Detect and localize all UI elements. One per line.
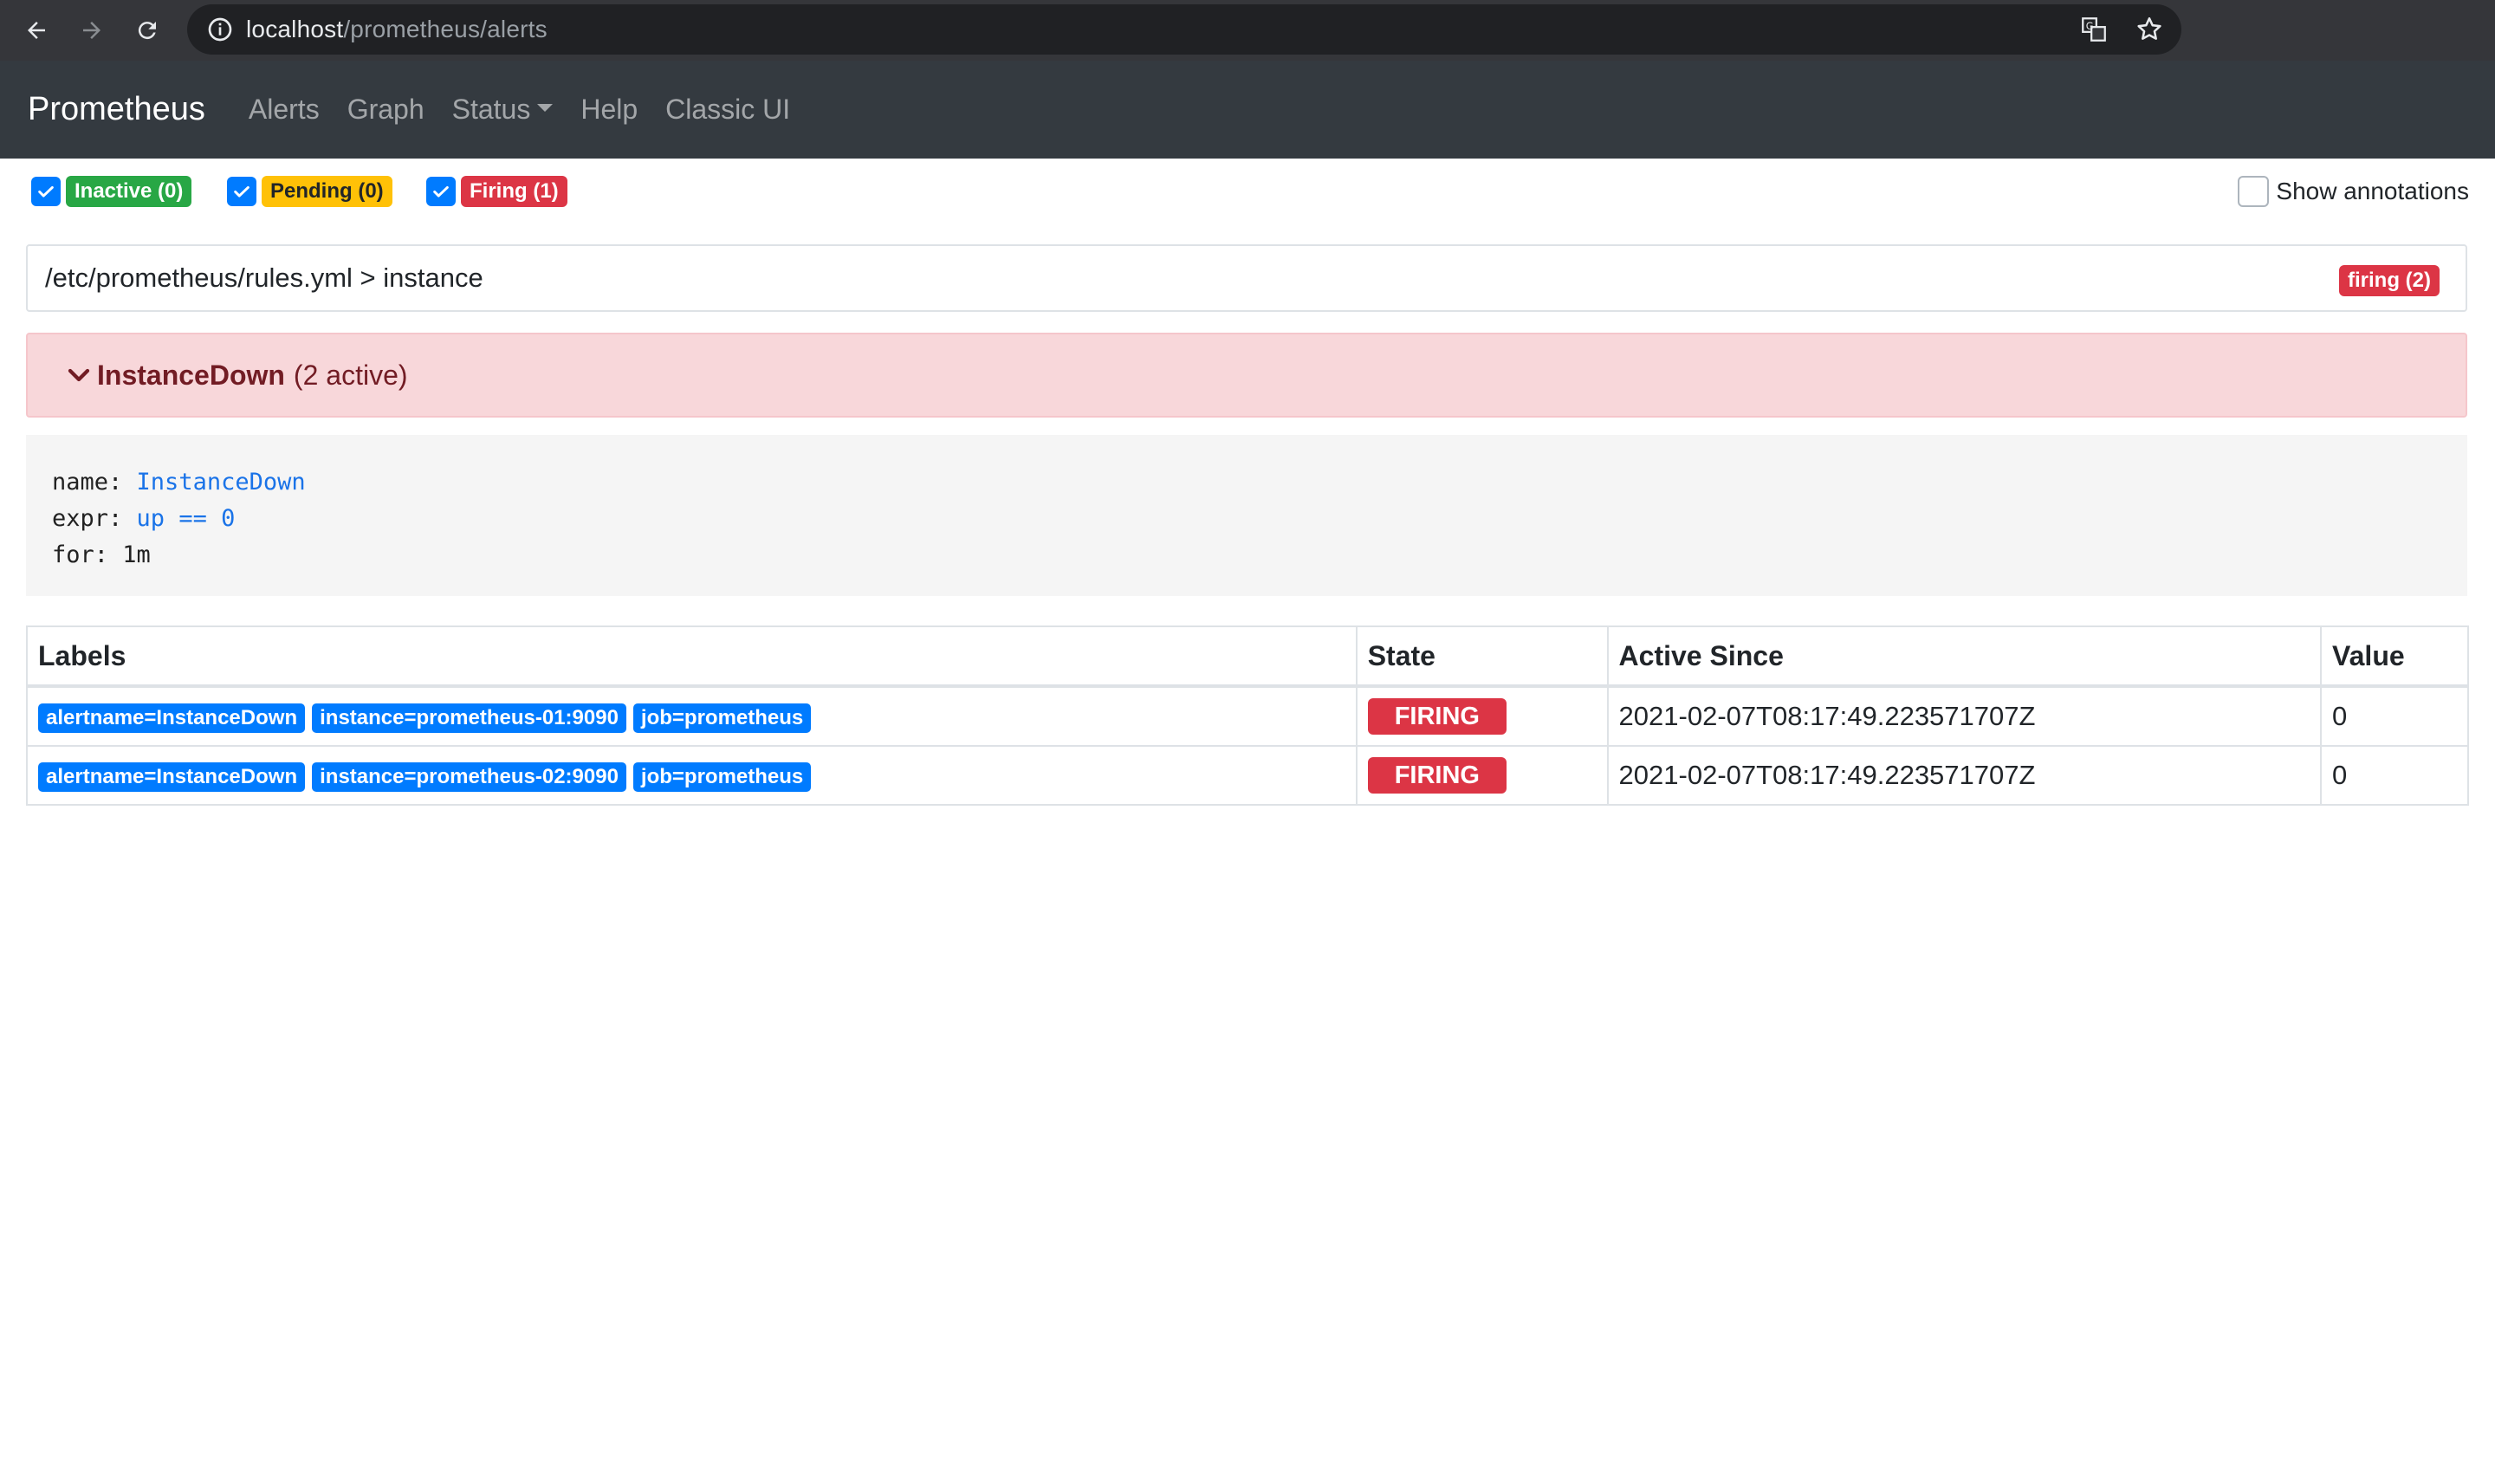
alert-active-count: (2 active) xyxy=(293,359,408,391)
arrow-left-icon xyxy=(28,22,45,39)
info-icon[interactable] xyxy=(206,16,234,43)
show-annotations-checkbox[interactable] xyxy=(2238,176,2270,207)
nav-status-dropdown[interactable]: Status xyxy=(452,94,554,126)
table-row: alertname=InstanceDown instance=prometheu… xyxy=(26,745,2469,806)
alerts-table: Labels State Active Since Value alertnam… xyxy=(26,625,2469,806)
state-badge: FIRING xyxy=(1367,757,1507,794)
url-text: localhost/prometheus/alerts xyxy=(246,16,548,43)
nav-status-label: Status xyxy=(451,94,531,125)
rule-name-value[interactable]: InstanceDown xyxy=(137,469,306,496)
address-bar[interactable]: localhost/prometheus/alerts G xyxy=(187,4,2181,55)
rule-name-line: name: InstanceDown xyxy=(52,464,2467,501)
url-host: localhost xyxy=(246,16,344,42)
caret-down-icon xyxy=(537,104,554,112)
back-button[interactable] xyxy=(19,13,54,48)
brand-link[interactable]: Prometheus xyxy=(28,91,205,128)
filter-pending[interactable]: Pending (0) xyxy=(227,176,392,207)
nav-graph[interactable]: Graph xyxy=(347,94,424,126)
rule-expr-line: expr: up == 0 xyxy=(52,501,2467,537)
group-firing-badge: firing (2) xyxy=(2339,265,2440,296)
table-row: alertname=InstanceDown instance=prometheu… xyxy=(26,685,2469,747)
arrow-right-icon xyxy=(83,22,100,39)
label-badge: job=prometheus xyxy=(632,703,812,733)
state-filters: Inactive (0) Pending (0) Firing (1) Show… xyxy=(0,172,2495,223)
label-badge: instance=prometheus-02:9090 xyxy=(312,762,626,792)
state-badge: FIRING xyxy=(1367,698,1507,735)
pending-badge: Pending (0) xyxy=(262,176,392,207)
value-cell: 0 xyxy=(2320,685,2469,747)
url-path: /prometheus/alerts xyxy=(343,16,548,42)
filter-firing[interactable]: Firing (1) xyxy=(426,176,567,207)
show-annotations-label: Show annotations xyxy=(2276,178,2469,204)
chevron-down-icon xyxy=(68,368,90,382)
check-icon xyxy=(234,185,250,198)
checkbox-firing[interactable] xyxy=(426,177,456,206)
active-since-cell: 2021-02-07T08:17:49.223571707Z xyxy=(1606,745,2323,806)
checkbox-inactive[interactable] xyxy=(31,177,61,206)
translate-icon[interactable]: G xyxy=(2079,15,2109,44)
rule-for-line: for: 1m xyxy=(52,541,151,568)
nav-help[interactable]: Help xyxy=(580,94,638,126)
check-icon xyxy=(433,185,449,198)
col-labels: Labels xyxy=(26,625,1358,688)
browser-toolbar: localhost/prometheus/alerts G xyxy=(0,0,2495,61)
label-badge: instance=prometheus-01:9090 xyxy=(312,703,626,733)
inactive-badge: Inactive (0) xyxy=(66,176,192,207)
rule-group-header: /etc/prometheus/rules.yml > instance fir… xyxy=(26,244,2467,312)
nav-alerts[interactable]: Alerts xyxy=(249,94,320,126)
check-icon xyxy=(38,185,54,198)
rule-expr-value[interactable]: up == 0 xyxy=(137,505,236,532)
label-badge: job=prometheus xyxy=(632,762,812,792)
col-state: State xyxy=(1355,625,1609,688)
label-badge: alertname=InstanceDown xyxy=(38,762,306,792)
nav-classic-ui[interactable]: Classic UI xyxy=(665,94,790,126)
col-value: Value xyxy=(2320,625,2469,688)
state-cell: FIRING xyxy=(1355,685,1609,747)
labels-cell: alertname=InstanceDown instance=prometheu… xyxy=(26,685,1358,747)
reload-button[interactable] xyxy=(130,13,165,48)
filter-inactive[interactable]: Inactive (0) xyxy=(31,176,192,207)
table-header-row: Labels State Active Since Value xyxy=(26,625,2469,688)
rule-definition: name: InstanceDown expr: up == 0 for: 1m xyxy=(26,435,2467,596)
firing-badge: Firing (1) xyxy=(461,176,567,207)
rule-expr-key: expr: xyxy=(52,505,123,532)
alert-name: InstanceDown xyxy=(97,359,285,391)
col-active-since: Active Since xyxy=(1606,625,2323,688)
bookmark-star-icon[interactable] xyxy=(2135,15,2164,44)
rule-group-path: /etc/prometheus/rules.yml > instance xyxy=(45,262,483,293)
rule-name-key: name: xyxy=(52,469,123,496)
label-badge: alertname=InstanceDown xyxy=(38,703,306,733)
active-since-cell: 2021-02-07T08:17:49.223571707Z xyxy=(1606,685,2323,747)
alert-instancedown-toggle[interactable]: InstanceDown (2 active) xyxy=(26,333,2467,418)
value-cell: 0 xyxy=(2320,745,2469,806)
svg-text:G: G xyxy=(2086,20,2094,32)
checkbox-pending[interactable] xyxy=(227,177,256,206)
app-navbar: Prometheus Alerts Graph Status Help Clas… xyxy=(0,61,2495,159)
state-cell: FIRING xyxy=(1355,745,1609,806)
show-annotations-toggle[interactable]: Show annotations xyxy=(2238,176,2469,207)
reload-icon xyxy=(138,22,156,40)
forward-button[interactable] xyxy=(75,13,109,48)
labels-cell: alertname=InstanceDown instance=prometheu… xyxy=(26,745,1358,806)
